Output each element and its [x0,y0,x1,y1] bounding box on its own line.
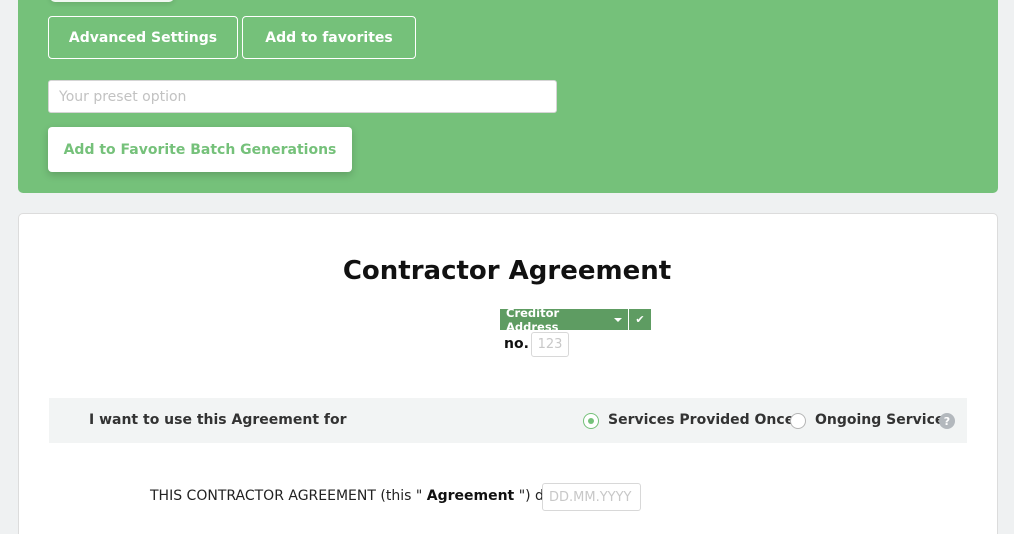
radio-services-once[interactable] [583,413,599,429]
creditor-address-label: Creditor Address [506,305,560,334]
creditor-address-dropdown[interactable]: Creditor Address [500,306,628,334]
chevron-down-icon [614,317,622,322]
help-icon[interactable]: ? [939,413,955,429]
add-to-favorites-button[interactable]: Add to favorites [242,16,416,59]
radio-ongoing-services-label[interactable]: Ongoing Services [815,412,953,428]
preset-input[interactable] [48,80,557,113]
creditor-address-tag[interactable]: Creditor Address ✔ [500,306,651,334]
usage-question: I want to use this Agreement for [89,412,347,428]
date-input[interactable] [542,483,641,511]
check-icon[interactable]: ✔ [629,309,651,330]
page-title: Contractor Agreement [342,256,672,286]
top-tab-stub [50,0,174,2]
agreement-clause: THIS CONTRACTOR AGREEMENT (this " Agreem… [150,488,576,504]
clause-prefix: THIS CONTRACTOR AGREEMENT (this " [150,488,423,504]
radio-services-once-label[interactable]: Services Provided Once [608,412,794,428]
advanced-settings-button[interactable]: Advanced Settings [48,16,238,59]
add-to-batch-button[interactable]: Add to Favorite Batch Generations [48,127,352,172]
number-label: no. [504,336,529,352]
number-input[interactable] [531,332,569,357]
radio-ongoing-services[interactable] [790,413,806,429]
clause-bold-term: Agreement [426,488,515,504]
